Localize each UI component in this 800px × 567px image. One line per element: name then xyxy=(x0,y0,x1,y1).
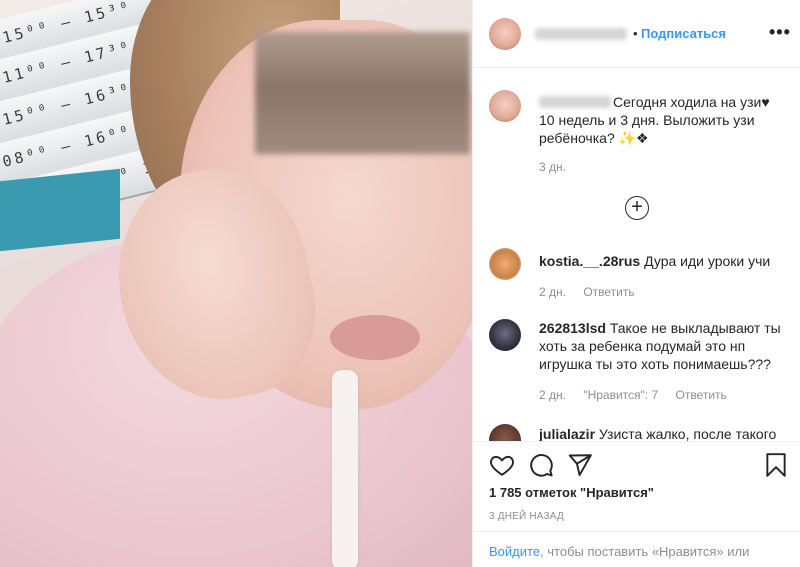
plus-circle-icon[interactable]: + xyxy=(625,196,649,220)
lips xyxy=(330,315,420,360)
likes-count[interactable]: 1 785 отметок "Нравится" xyxy=(489,485,654,500)
heart-icon[interactable] xyxy=(489,452,515,478)
author-avatar[interactable] xyxy=(489,90,521,122)
login-prompt: Войдите, чтобы поставить «Нравится» или xyxy=(473,531,800,567)
comment-text: Дура иди уроки учи xyxy=(644,253,771,269)
commenter-avatar[interactable] xyxy=(489,319,521,351)
comment-username[interactable]: julialazir xyxy=(539,426,595,441)
comment-icon[interactable] xyxy=(528,452,554,478)
more-options-icon[interactable]: ••• xyxy=(769,22,791,43)
comment-meta: 2 дн. Ответить xyxy=(539,285,649,299)
author-username-blurred[interactable] xyxy=(535,28,627,40)
author-avatar[interactable] xyxy=(489,18,521,50)
reply-button[interactable]: Ответить xyxy=(675,388,726,402)
post-header: • Подписаться ••• xyxy=(473,0,800,68)
comment-item: kostia.__.28rus Дура иди уроки учи xyxy=(539,252,789,270)
login-prompt-text: , чтобы поставить «Нравится» или xyxy=(540,544,750,559)
post-caption: Сегодня ходила на узи♥ 10 недель и 3 дня… xyxy=(539,94,770,146)
follow-button[interactable]: Подписаться xyxy=(641,26,726,41)
comment-item: julialazir Узиста жалко, после такого xyxy=(539,425,789,441)
comment-meta: 2 дн. "Нравится": 7 Ответить xyxy=(539,388,741,402)
comment-username[interactable]: kostia.__.28rus xyxy=(539,253,640,269)
commenter-avatar[interactable] xyxy=(489,424,521,441)
share-icon[interactable] xyxy=(567,452,593,478)
post-side-panel: • Подписаться ••• Сегодня ходила на узи♥… xyxy=(472,0,800,567)
comment-likes-count[interactable]: "Нравится": 7 xyxy=(583,388,658,402)
post-photo[interactable]: 15⁰⁰ – 15³⁰ 11⁰⁰ – 17³⁰ 11 15⁰⁰ – 16³⁰ 1… xyxy=(0,0,472,567)
separator-dot: • xyxy=(633,26,638,41)
reply-button[interactable]: Ответить xyxy=(583,285,634,299)
comment-time: 2 дн. xyxy=(539,285,566,299)
comment-item: 262813lsd Такое не выкладывают ты хоть з… xyxy=(539,319,789,373)
post-timestamp: 3 ДНЕЙ НАЗАД xyxy=(489,511,564,522)
comments-list[interactable]: Сегодня ходила на узи♥ 10 недель и 3 дня… xyxy=(473,69,800,441)
comment-time: 2 дн. xyxy=(539,388,566,402)
bookmark-icon[interactable] xyxy=(763,452,789,478)
eyes-blur-censor xyxy=(255,32,470,154)
caption-timestamp: 3 дн. xyxy=(539,160,566,174)
commenter-avatar[interactable] xyxy=(489,248,521,280)
comment-username[interactable]: 262813lsd xyxy=(539,320,606,336)
post-actions-bar xyxy=(473,441,800,487)
background-wall xyxy=(0,168,120,252)
login-link[interactable]: Войдите xyxy=(489,544,540,559)
hoodie-string xyxy=(332,370,358,567)
comment-text: Узиста жалко, после такого xyxy=(598,426,777,441)
